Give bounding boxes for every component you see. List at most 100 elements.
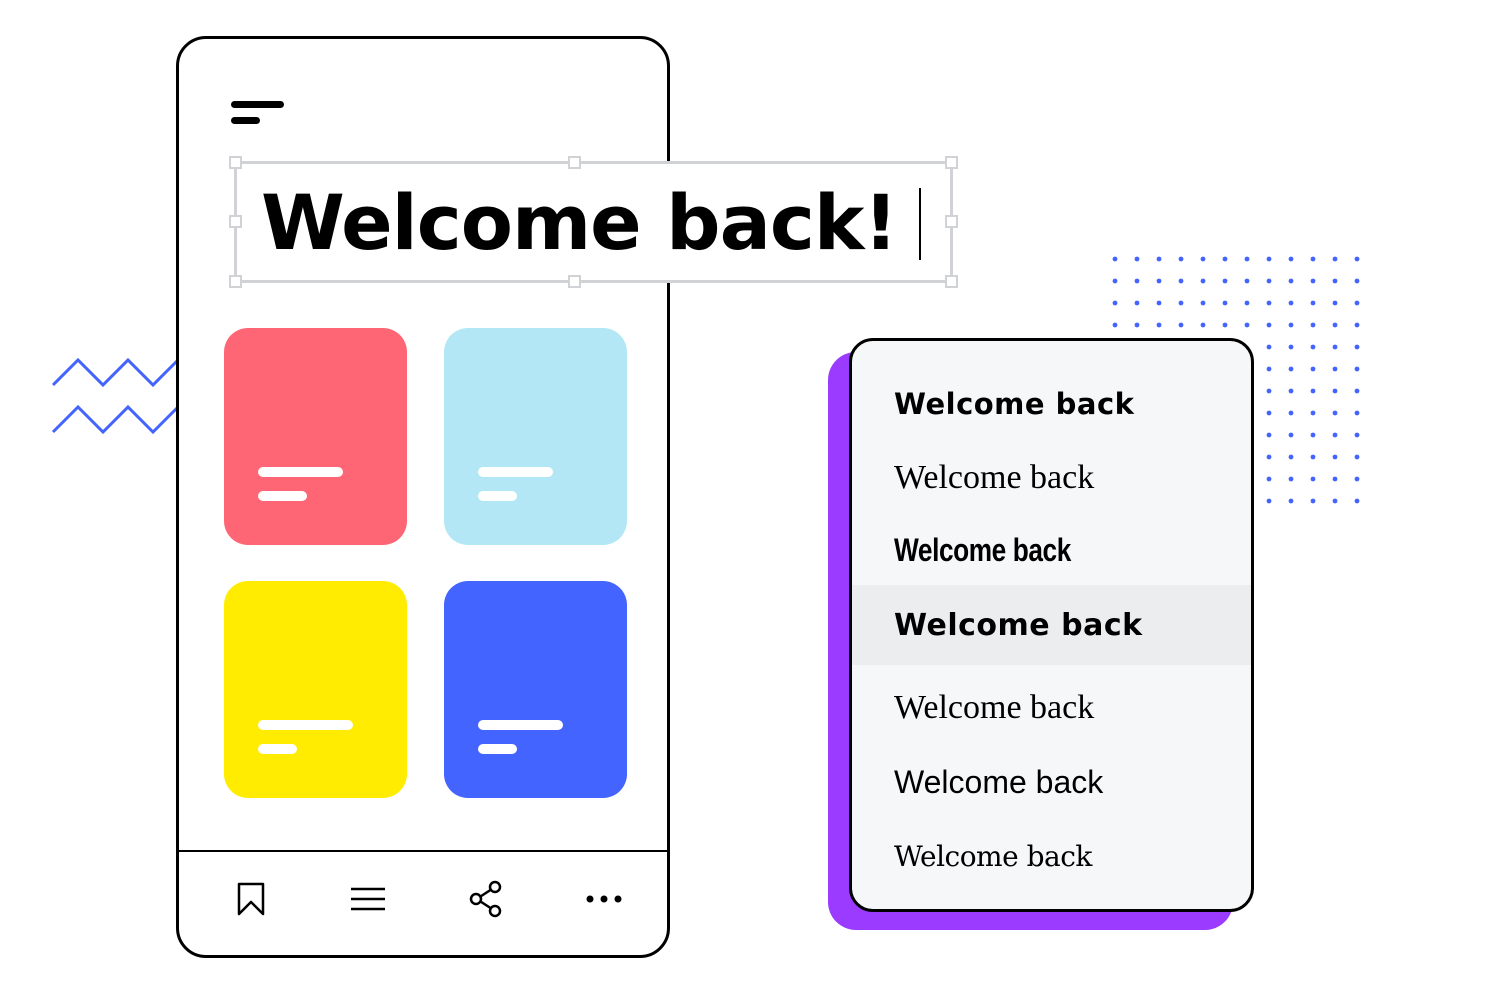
font-option[interactable]: Welcome back [852,819,1251,893]
dot [1156,256,1162,262]
font-option-selected[interactable]: Welcome back [852,585,1251,665]
yellow-card[interactable] [224,581,407,798]
resize-handle-bottom-left[interactable] [229,275,242,288]
dot [1266,278,1272,284]
card-title-line [478,467,553,477]
dot [1332,278,1338,284]
dot [1288,410,1294,416]
font-option-label: Welcome back [894,763,1104,800]
dot [1332,322,1338,328]
cyan-card[interactable] [444,328,627,545]
card-subtitle-line [478,744,517,754]
dot [1310,432,1316,438]
dot [1288,278,1294,284]
resize-handle-middle-right[interactable] [945,215,958,228]
red-card[interactable] [224,328,407,545]
dot [1244,300,1250,306]
dot [1354,388,1360,394]
dot [1266,498,1272,504]
dot [1288,388,1294,394]
dot [1288,300,1294,306]
dot [1178,256,1184,262]
dot [1178,278,1184,284]
font-option[interactable]: Welcome back [852,745,1251,819]
dot [1178,322,1184,328]
dot [1244,256,1250,262]
dot [1332,454,1338,460]
font-option[interactable]: Welcome back [852,441,1251,515]
dot [1200,256,1206,262]
resize-handle-bottom-center[interactable] [568,275,581,288]
dot [1332,432,1338,438]
font-option-label: Welcome back [894,689,1095,726]
dot [1156,322,1162,328]
font-option-label: Welcome back [894,531,1071,568]
dot [1288,366,1294,372]
dot [1310,278,1316,284]
text-selection-box[interactable]: Welcome back! [229,156,958,288]
dot [1310,366,1316,372]
dot [1354,322,1360,328]
dot [1354,344,1360,350]
dot [1134,322,1140,328]
dot [1200,300,1206,306]
share-icon [469,880,502,918]
dot [1310,454,1316,460]
dot [1156,278,1162,284]
font-option[interactable]: Welcome back [852,367,1251,441]
dot [1112,322,1118,328]
menu-icon [351,887,385,911]
dot [1332,256,1338,262]
dot [1310,300,1316,306]
dot [1266,476,1272,482]
resize-handle-top-center[interactable] [568,156,581,169]
card-subtitle-line [258,491,307,501]
resize-handle-top-right[interactable] [945,156,958,169]
resize-handle-bottom-right[interactable] [945,275,958,288]
bookmark-button[interactable] [221,869,281,929]
dot [1288,322,1294,328]
dot [1310,344,1316,350]
card-subtitle-line [258,744,297,754]
dot [1200,322,1206,328]
font-option-label: Welcome back [894,839,1092,873]
dot [1310,256,1316,262]
dot [1266,300,1272,306]
dot [1288,432,1294,438]
dot [1134,256,1140,262]
headline-text[interactable]: Welcome back! [261,178,898,268]
dot [1354,300,1360,306]
dot [1222,322,1228,328]
font-option[interactable]: Welcome back [852,671,1251,745]
card-title-line [478,720,563,730]
dot [1332,366,1338,372]
dot [1288,454,1294,460]
resize-handle-middle-left[interactable] [229,215,242,228]
more-icon [586,895,622,903]
dot [1134,300,1140,306]
dot [1266,454,1272,460]
dot [1266,256,1272,262]
dot [1112,300,1118,306]
dot [1222,256,1228,262]
resize-handle-top-left[interactable] [229,156,242,169]
dot [1222,300,1228,306]
dot [1288,344,1294,350]
card-subtitle-line [478,491,517,501]
hamburger-menu-icon[interactable] [231,101,287,127]
dot [1200,278,1206,284]
dot [1310,476,1316,482]
more-button[interactable] [574,869,634,929]
dot [1354,366,1360,372]
font-option-label: Welcome back [894,459,1095,496]
share-button[interactable] [456,869,516,929]
dot [1354,410,1360,416]
dot [1178,300,1184,306]
font-option[interactable]: Welcome back [852,513,1251,587]
menu-button[interactable] [338,869,398,929]
dot [1332,476,1338,482]
blue-card[interactable] [444,581,627,798]
card-title-line [258,467,343,477]
dot [1310,498,1316,504]
dot [1244,322,1250,328]
